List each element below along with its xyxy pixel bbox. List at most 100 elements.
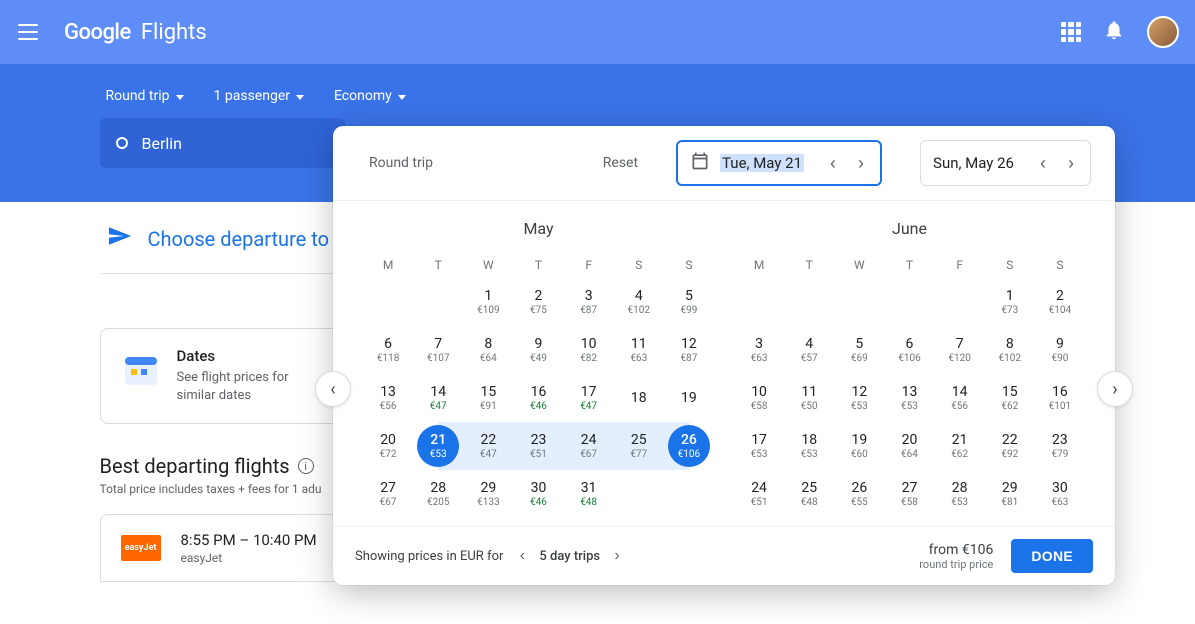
calendar-day[interactable]: 27€67 <box>363 470 413 518</box>
calendar-day[interactable]: 14€56 <box>935 374 985 422</box>
reset-button[interactable]: Reset <box>603 155 638 171</box>
calendar-day[interactable]: 25€77 <box>614 422 664 470</box>
return-prev-button[interactable]: ‹ <box>1030 150 1056 176</box>
logo[interactable]: Google Flights <box>64 20 207 45</box>
calendar-day[interactable]: 8€64 <box>463 326 513 374</box>
calendar-day[interactable]: 24€67 <box>564 422 614 470</box>
day-price: €51 <box>751 498 768 508</box>
day-price: €48 <box>580 498 597 508</box>
calendar-day[interactable]: 17€53 <box>734 422 784 470</box>
calendar-day[interactable]: 21€53 <box>413 422 463 470</box>
calendar-day[interactable]: 6€106 <box>884 326 934 374</box>
cabin-select[interactable]: Economy <box>334 88 406 104</box>
calendar-day[interactable]: 15€62 <box>985 374 1035 422</box>
calendar-day[interactable]: 12€53 <box>834 374 884 422</box>
day-price: €87 <box>580 306 597 316</box>
depart-date-field[interactable]: Tue, May 21 ‹ › <box>676 140 882 186</box>
calendar-day[interactable]: 20€72 <box>363 422 413 470</box>
calendar-day[interactable]: 10€82 <box>564 326 614 374</box>
calendar-day[interactable]: 17€47 <box>564 374 614 422</box>
calendar-day[interactable]: 20€64 <box>884 422 934 470</box>
depart-prev-button[interactable]: ‹ <box>820 150 846 176</box>
calendar-day[interactable]: 22€47 <box>463 422 513 470</box>
return-date-field[interactable]: Sun, May 26 ‹ › <box>920 140 1091 186</box>
notifications-icon[interactable] <box>1103 19 1125 45</box>
calendar-day[interactable]: 30€63 <box>1035 470 1085 518</box>
flight-result-row[interactable]: easyJet 8:55 PM – 10:40 PM easyJet <box>100 514 345 582</box>
calendar-day[interactable]: 2€104 <box>1035 278 1085 326</box>
calendar-day[interactable]: 9€90 <box>1035 326 1085 374</box>
calendar-day[interactable]: 16€101 <box>1035 374 1085 422</box>
calendar-day[interactable]: 28€205 <box>413 470 463 518</box>
calendar-day[interactable]: 6€118 <box>363 326 413 374</box>
calendar-day[interactable]: 21€62 <box>935 422 985 470</box>
weekday-label: S <box>985 252 1035 278</box>
calendar-day[interactable]: 4€102 <box>614 278 664 326</box>
origin-input[interactable]: Berlin <box>100 118 345 168</box>
calendar-day[interactable]: 9€49 <box>513 326 563 374</box>
day-number: 29 <box>1002 481 1018 495</box>
calendar-day[interactable]: 29€133 <box>463 470 513 518</box>
calendar-day[interactable]: 11€63 <box>614 326 664 374</box>
calendar-day[interactable]: 18€53 <box>784 422 834 470</box>
calendar-day[interactable]: 7€107 <box>413 326 463 374</box>
calendar-day[interactable]: 13€53 <box>884 374 934 422</box>
info-icon[interactable]: i <box>298 458 314 474</box>
trip-type-select[interactable]: Round trip <box>106 88 184 104</box>
calendar-day[interactable]: 30€46 <box>513 470 563 518</box>
calendar-day[interactable]: 14€47 <box>413 374 463 422</box>
calendar-day[interactable]: 18 <box>614 374 664 422</box>
calendar-day[interactable]: 15€91 <box>463 374 513 422</box>
next-month-button[interactable]: › <box>1097 371 1133 407</box>
passengers-select[interactable]: 1 passenger <box>214 88 304 104</box>
from-price-label: from €106 <box>919 542 993 558</box>
calendar-day[interactable]: 27€58 <box>884 470 934 518</box>
calendar-day[interactable]: 8€102 <box>985 326 1035 374</box>
calendar-day[interactable]: 29€81 <box>985 470 1035 518</box>
trip-length-value: 5 day trips <box>539 549 600 564</box>
day-number: 22 <box>1002 433 1018 447</box>
calendar-day[interactable]: 11€50 <box>784 374 834 422</box>
day-price: €82 <box>580 354 597 364</box>
calendar-day[interactable]: 25€48 <box>784 470 834 518</box>
day-number: 18 <box>631 391 647 405</box>
calendar-day[interactable]: 5€69 <box>834 326 884 374</box>
calendar-day[interactable]: 24€51 <box>734 470 784 518</box>
calendar-day[interactable]: 1€109 <box>463 278 513 326</box>
calendar-day[interactable]: 31€48 <box>564 470 614 518</box>
return-next-button[interactable]: › <box>1058 150 1084 176</box>
depart-next-button[interactable]: › <box>848 150 874 176</box>
done-button[interactable]: DONE <box>1011 539 1093 573</box>
calendar-day[interactable]: 23€51 <box>513 422 563 470</box>
calendar-day[interactable]: 13€56 <box>363 374 413 422</box>
trip-length-next-button[interactable]: › <box>604 543 630 569</box>
calendar-day[interactable]: 26€55 <box>834 470 884 518</box>
picker-trip-label[interactable]: Round trip <box>369 155 433 171</box>
calendar-day[interactable]: 7€120 <box>935 326 985 374</box>
calendar-day[interactable]: 1€73 <box>985 278 1035 326</box>
calendar-day[interactable]: 3€63 <box>734 326 784 374</box>
calendar-day[interactable]: 19 <box>664 374 714 422</box>
day-number: 30 <box>1052 481 1068 495</box>
calendar-day[interactable]: 23€79 <box>1035 422 1085 470</box>
calendar-day[interactable]: 12€87 <box>664 326 714 374</box>
apps-icon[interactable] <box>1061 22 1081 42</box>
calendar-day[interactable]: 19€60 <box>834 422 884 470</box>
day-price: €75 <box>530 306 547 316</box>
weekday-label: S <box>1035 252 1085 278</box>
menu-icon[interactable] <box>16 20 40 44</box>
calendar-day[interactable]: 10€58 <box>734 374 784 422</box>
calendar-day[interactable]: 16€46 <box>513 374 563 422</box>
prev-month-button[interactable]: ‹ <box>315 371 351 407</box>
calendar-day[interactable]: 3€87 <box>564 278 614 326</box>
calendar-day[interactable]: 28€53 <box>935 470 985 518</box>
calendar-day[interactable]: 2€75 <box>513 278 563 326</box>
day-price: €101 <box>1049 402 1071 412</box>
avatar[interactable] <box>1147 16 1179 48</box>
calendar-day[interactable]: 5€99 <box>664 278 714 326</box>
calendar-day[interactable]: 26€106 <box>664 422 714 470</box>
calendar-day[interactable]: 22€92 <box>985 422 1035 470</box>
dates-card[interactable]: Dates See flight prices for similar date… <box>100 328 345 424</box>
trip-length-prev-button[interactable]: ‹ <box>509 543 535 569</box>
calendar-day[interactable]: 4€57 <box>784 326 834 374</box>
